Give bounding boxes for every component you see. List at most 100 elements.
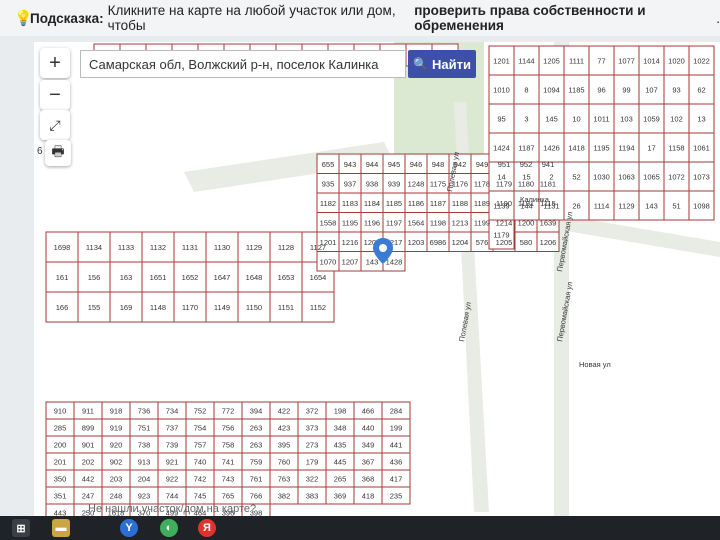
plot-number: 1133 (118, 243, 134, 252)
plot-number: 1654 (310, 273, 327, 282)
plot-number: 441 (390, 441, 403, 450)
plot-number: 736 (138, 407, 151, 416)
zoom-out-button[interactable]: − (40, 80, 70, 110)
plot-number: 103 (620, 115, 633, 124)
plot-number: 948 (432, 160, 445, 169)
plot-number: 913 (138, 458, 151, 467)
hint-highlight: проверить права собственности и обремене… (414, 3, 646, 33)
lightbulb-icon: 💡 (14, 10, 33, 27)
plot-number: 422 (278, 407, 291, 416)
plot-number: 1647 (214, 273, 231, 282)
plot-number: 443 (54, 509, 67, 517)
plot-number: 263 (250, 441, 263, 450)
plot-number: 93 (672, 86, 680, 95)
plot-number: 943 (344, 160, 357, 169)
plot-number: 265 (334, 475, 347, 484)
plot-number: 1183 (342, 199, 358, 208)
plot-number: 1014 (643, 57, 660, 66)
plot-number: 247 (82, 492, 95, 501)
plot-number: 1214 (496, 218, 513, 227)
plot-number: 946 (410, 160, 423, 169)
plot-number: 757 (194, 441, 207, 450)
plot-number: 322 (306, 475, 319, 484)
plot-number: 1196 (364, 218, 380, 227)
plot-number: 576 (476, 238, 489, 247)
plot-number: 1186 (408, 199, 424, 208)
plot-number: 1072 (668, 173, 685, 182)
plot-number: 742 (194, 475, 207, 484)
not-found-link[interactable]: Не нашли участок/дом на карте? (88, 503, 256, 515)
plot-number: 738 (138, 441, 151, 450)
plot-number: 273 (306, 441, 319, 450)
plot-number: 369 (334, 492, 347, 501)
plot-number: 1175 (430, 179, 446, 188)
plot-number: 1181 (540, 179, 556, 188)
zoom-in-button[interactable]: + (40, 48, 70, 78)
plot-number: 95 (497, 115, 505, 124)
plot-number: 949 (476, 160, 489, 169)
folder-icon[interactable]: ▬ (52, 519, 70, 537)
plot-number: 1564 (408, 218, 425, 227)
plot-number: 740 (194, 458, 207, 467)
plot-number: 1424 (493, 144, 510, 153)
plot-number: 1061 (693, 144, 710, 153)
plot-number: 77 (597, 57, 605, 66)
plot-number: 1151 (278, 303, 294, 312)
cadastral-map[interactable]: 1092129912331100109513131087108511021084… (34, 42, 720, 516)
plot-number: 13 (697, 115, 705, 124)
plot-number: 1248 (408, 179, 425, 188)
plot-number: 14 (497, 173, 505, 182)
plot-number: 1188 (452, 199, 468, 208)
plot-number: 156 (88, 273, 101, 282)
yandex-icon[interactable]: ◐ (160, 519, 178, 537)
plot-number: 161 (56, 273, 69, 282)
plot-number: 766 (250, 492, 263, 501)
plot-number: 1206 (540, 238, 557, 247)
plot-number: 1131 (182, 243, 198, 252)
plot-number: 1077 (618, 57, 635, 66)
plot-number: 1199 (474, 218, 490, 227)
plot-number: 1194 (618, 144, 634, 153)
plot-number: 772 (222, 407, 235, 416)
plot-number: 1010 (493, 86, 510, 95)
plot-number: 166 (56, 303, 69, 312)
windows-icon[interactable]: ⊞ (12, 519, 30, 537)
plot-number: 368 (362, 475, 375, 484)
zoom-out-label: − (49, 83, 61, 106)
plot-number: 201 (54, 458, 67, 467)
plot-number: 382 (278, 492, 291, 501)
plot-number: 202 (82, 458, 95, 467)
plot-number: 200 (54, 441, 67, 450)
plot-number: 756 (222, 424, 235, 433)
plot-number: 739 (166, 441, 179, 450)
plot-number: 922 (166, 475, 179, 484)
plot-number: 754 (194, 424, 207, 433)
hint-label: Подсказка: (30, 10, 104, 26)
plot-number: 944 (366, 160, 379, 169)
address-search-input[interactable] (80, 50, 406, 78)
plot-number: 939 (388, 179, 401, 188)
plot-number: 1653 (278, 273, 295, 282)
plot-number: 655 (322, 160, 335, 169)
plot-number: 760 (278, 458, 291, 467)
map-canvas[interactable]: 1092129912331100109513131087108511021084… (34, 42, 720, 516)
plot-number: 8 (524, 86, 528, 95)
plot-number: 26 (572, 202, 580, 211)
fullscreen-button[interactable]: ⤢ (40, 110, 70, 140)
plot-number: 52 (572, 173, 580, 182)
yandex-mail-icon[interactable]: Я (198, 519, 216, 537)
print-button[interactable]: 🖶 (45, 140, 71, 166)
plot-number: 1111 (569, 57, 584, 66)
plot-number: 395 (278, 441, 291, 450)
yandex-browser-icon[interactable]: Y (120, 519, 138, 537)
plot-number: 62 (697, 86, 705, 95)
plot-number: 435 (334, 441, 347, 450)
plot-number: 1098 (693, 202, 710, 211)
plot-number: 938 (366, 179, 379, 188)
plot-number: 394 (250, 407, 263, 416)
plot-number: 935 (322, 179, 335, 188)
plot-number: 937 (344, 179, 357, 188)
plot-number: 1204 (452, 238, 469, 247)
find-button[interactable]: 🔍 Найти (408, 50, 476, 78)
plot-number: 10 (572, 115, 580, 124)
